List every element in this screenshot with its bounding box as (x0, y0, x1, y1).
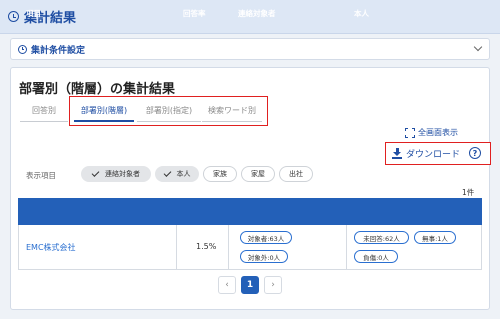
prev-page-button[interactable]: ‹ (218, 276, 236, 294)
help-icon[interactable]: ? (469, 147, 481, 159)
column-divider (176, 225, 177, 270)
column-divider (228, 225, 229, 270)
conditions-accordion[interactable]: 集計条件設定 (10, 38, 490, 60)
full-screen-button[interactable]: 全画面表示 (405, 127, 458, 138)
display-items-label: 表示項目 (26, 171, 56, 180)
results-title: 部署別（階層）の集計結果 (19, 82, 176, 97)
conditions-label: 集計条件設定 (31, 45, 86, 56)
table-header (18, 198, 482, 225)
chip-attendance[interactable]: 出社 (279, 166, 313, 182)
expand-icon (405, 127, 415, 138)
contact-target-pill[interactable]: 対象者:63人 (240, 231, 292, 244)
page-1-button[interactable]: 1 (241, 276, 259, 294)
chip-family[interactable]: 家族 (203, 166, 237, 182)
column-header-contact: 連絡対象者 (238, 9, 276, 18)
column-header-item: 項目 (26, 9, 41, 18)
column-header-rate: 回答率 (183, 9, 206, 18)
result-count: 1件 (462, 188, 475, 197)
column-divider (346, 225, 347, 270)
tabs-highlight-box (69, 96, 268, 126)
clock-icon (18, 44, 27, 54)
full-screen-label: 全画面表示 (418, 128, 458, 137)
chevron-down-icon[interactable] (473, 42, 483, 52)
next-page-button[interactable]: › (264, 276, 282, 294)
download-button[interactable]: ダウンロード (392, 147, 460, 160)
check-icon (91, 169, 100, 177)
self-unanswered-pill[interactable]: 未回答:62人 (354, 231, 409, 244)
chip-house[interactable]: 家屋 (241, 166, 275, 182)
download-label: ダウンロード (406, 150, 461, 160)
tab-by-answer[interactable]: 回答別 (20, 100, 68, 122)
row-item-link[interactable]: EMC株式会社 (26, 242, 76, 253)
contact-excluded-pill[interactable]: 対象外:0人 (240, 250, 288, 263)
column-header-self: 本人 (354, 9, 369, 18)
check-icon (163, 169, 171, 177)
self-injured-pill[interactable]: 負傷:0人 (354, 250, 398, 263)
chip-contact-person[interactable]: 連絡対象者 (81, 166, 151, 182)
self-safe-pill[interactable]: 無事:1人 (414, 231, 456, 244)
download-icon (392, 148, 402, 159)
row-rate: 1.5% (196, 242, 217, 251)
clock-icon (8, 11, 19, 22)
chip-self[interactable]: 本人 (155, 166, 199, 182)
